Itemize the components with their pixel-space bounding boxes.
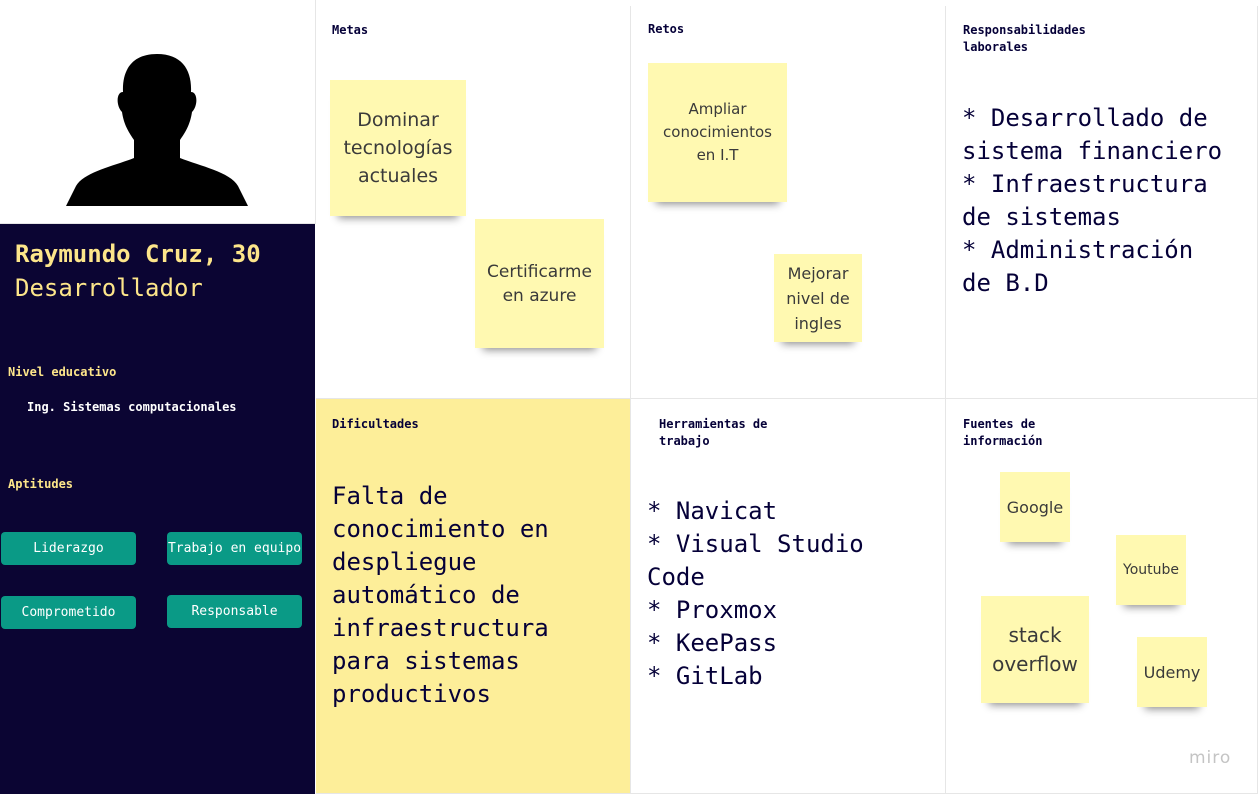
persona-role: Desarrollador	[15, 274, 203, 302]
herramientas-text: * Navicat * Visual Studio Code * Proxmox…	[647, 497, 864, 690]
avatar-silhouette-icon	[66, 54, 248, 206]
sticky-note[interactable]: Ampliar conocimientos en I.T	[648, 63, 787, 202]
metas-title: Metas	[332, 23, 369, 37]
sticky-note[interactable]: Google	[1000, 472, 1070, 542]
education-value: Ing. Sistemas computacionales	[27, 400, 237, 414]
skill-chip: Trabajo en equipo	[167, 532, 302, 565]
avatar-cell	[0, 0, 316, 224]
responsabilidades-title: Responsabilidades laborales	[963, 23, 1086, 54]
miro-watermark: miro	[1189, 748, 1232, 768]
dificultades-text: Falta de conocimiento en despliegue auto…	[332, 482, 549, 708]
dificultades-title: Dificultades	[332, 417, 419, 431]
skill-chip: Comprometido	[1, 596, 136, 629]
persona-name: Raymundo Cruz, 30	[15, 240, 261, 268]
retos-title: Retos	[648, 22, 685, 36]
sticky-note[interactable]: Mejorar nivel de ingles	[774, 254, 862, 342]
herramientas-title: Herramientas de trabajo	[659, 417, 768, 448]
dificultades-cell: Dificultades Falta de conocimiento en de…	[316, 399, 631, 794]
sticky-note[interactable]: Youtube	[1116, 535, 1186, 605]
profile-panel: Raymundo Cruz, 30 Desarrollador Nivel ed…	[0, 224, 315, 794]
sticky-note[interactable]: stack overflow	[981, 596, 1089, 703]
responsabilidades-text: * Desarrollado de sistema financiero * I…	[962, 104, 1223, 297]
sticky-note[interactable]: Certificarme en azure	[475, 219, 604, 348]
sticky-note[interactable]: Udemy	[1137, 637, 1207, 707]
skill-chip: Liderazgo	[1, 532, 136, 565]
sticky-note[interactable]: Dominar tecnologías actuales	[330, 80, 466, 216]
herramientas-cell: Herramientas de trabajo * Navicat * Visu…	[631, 399, 946, 794]
responsabilidades-cell: Responsabilidades laborales * Desarrolla…	[946, 6, 1258, 399]
skills-label: Aptitudes	[8, 477, 74, 491]
education-label: Nivel educativo	[8, 365, 117, 379]
fuentes-title: Fuentes de información	[963, 417, 1043, 448]
skill-chip: Responsable	[167, 595, 302, 628]
